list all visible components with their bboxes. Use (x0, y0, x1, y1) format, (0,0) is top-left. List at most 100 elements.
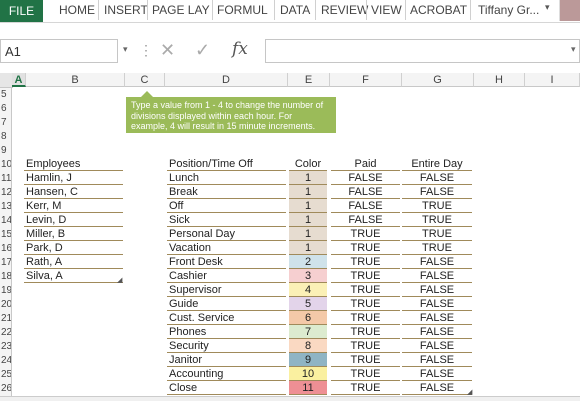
color-cell[interactable]: 4 (289, 283, 327, 297)
entire-day-cell[interactable]: TRUE (402, 227, 472, 241)
color-cell[interactable]: 3 (289, 269, 327, 283)
paid-cell[interactable]: TRUE (331, 297, 400, 311)
paid-cell[interactable]: TRUE (331, 227, 400, 241)
cancel-icon[interactable]: ✕ (160, 40, 175, 61)
position-cell[interactable]: Sick (167, 213, 286, 227)
column-header-b[interactable]: B (26, 73, 125, 87)
employee-cell[interactable]: Levin, D (24, 213, 123, 227)
tab-formulas[interactable]: FORMUL (214, 0, 271, 22)
paid-header[interactable]: Paid (331, 157, 400, 171)
row-header[interactable]: 23 (0, 340, 12, 354)
position-cell[interactable]: Close (167, 381, 286, 395)
row-header[interactable]: 17 (0, 256, 12, 270)
color-cell[interactable]: 7 (289, 325, 327, 339)
tab-acrobat[interactable]: ACROBAT (407, 0, 470, 22)
entire-day-cell[interactable]: FALSE (402, 283, 472, 297)
row-header[interactable]: 19 (0, 284, 12, 298)
paid-cell[interactable]: TRUE (331, 255, 400, 269)
color-header[interactable]: Color (289, 157, 327, 171)
paid-cell[interactable]: TRUE (331, 269, 400, 283)
tab-page-layout[interactable]: PAGE LAY (149, 0, 213, 22)
row-header[interactable]: 5 (0, 88, 12, 102)
position-cell[interactable]: Off (167, 199, 286, 213)
column-header-h[interactable]: H (474, 73, 525, 87)
table-resize-handle[interactable]: ◢ (467, 388, 472, 396)
row-header[interactable]: 11 (0, 172, 12, 186)
color-cell[interactable]: 6 (289, 311, 327, 325)
paid-cell[interactable]: TRUE (331, 367, 400, 381)
color-cell[interactable]: 8 (289, 339, 327, 353)
row-header[interactable]: 21 (0, 312, 12, 326)
row-header[interactable]: 13 (0, 200, 12, 214)
avatar[interactable] (559, 0, 580, 21)
employee-cell[interactable]: Hansen, C (24, 185, 123, 199)
tab-home[interactable]: HOME (56, 0, 98, 22)
row-header[interactable]: 25 (0, 368, 12, 382)
position-cell[interactable]: Supervisor (167, 283, 286, 297)
employee-cell[interactable]: Hamlin, J (24, 171, 123, 185)
color-cell[interactable]: 10 (289, 367, 327, 381)
paid-cell[interactable]: FALSE (331, 185, 400, 199)
position-header[interactable]: Position/Time Off (167, 157, 286, 171)
position-cell[interactable]: Personal Day (167, 227, 286, 241)
row-header[interactable]: 16 (0, 242, 12, 256)
color-cell[interactable]: 1 (289, 227, 327, 241)
paid-cell[interactable]: TRUE (331, 325, 400, 339)
paid-cell[interactable]: FALSE (331, 213, 400, 227)
row-header[interactable]: 14 (0, 214, 12, 228)
position-cell[interactable]: Phones (167, 325, 286, 339)
tab-view[interactable]: VIEW (368, 0, 405, 22)
chevron-down-icon[interactable]: ▾ (123, 44, 128, 55)
entire-day-cell[interactable]: FALSE (402, 311, 472, 325)
entire-day-cell[interactable]: TRUE (402, 199, 472, 213)
position-cell[interactable]: Accounting (167, 367, 286, 381)
color-cell[interactable]: 1 (289, 213, 327, 227)
color-cell[interactable]: 1 (289, 185, 327, 199)
horizontal-scrollbar[interactable] (0, 396, 580, 401)
employee-cell[interactable]: Miller, B (24, 227, 123, 241)
column-header-c[interactable]: C (125, 73, 165, 87)
entire-day-cell[interactable]: FALSE (402, 367, 472, 381)
row-header[interactable]: 22 (0, 326, 12, 340)
entire-day-cell[interactable]: TRUE (402, 213, 472, 227)
position-cell[interactable]: Lunch (167, 171, 286, 185)
paid-cell[interactable]: TRUE (331, 339, 400, 353)
paid-cell[interactable]: TRUE (331, 353, 400, 367)
employee-cell[interactable]: Kerr, M (24, 199, 123, 213)
entire-day-cell[interactable]: FALSE (402, 353, 472, 367)
tab-insert[interactable]: INSERT (101, 0, 151, 22)
tab-review[interactable]: REVIEW (318, 0, 371, 22)
color-cell[interactable]: 1 (289, 171, 327, 185)
color-cell[interactable]: 2 (289, 255, 327, 269)
tab-data[interactable]: DATA (277, 0, 313, 22)
check-icon[interactable]: ✓ (195, 40, 210, 61)
employee-cell[interactable]: Rath, A (24, 255, 123, 269)
paid-cell[interactable]: TRUE (331, 241, 400, 255)
position-cell[interactable]: Cust. Service (167, 311, 286, 325)
column-header-f[interactable]: F (330, 73, 402, 87)
row-header[interactable]: 6 (0, 102, 12, 116)
paid-cell[interactable]: TRUE (331, 311, 400, 325)
position-cell[interactable]: Vacation (167, 241, 286, 255)
color-cell[interactable]: 5 (289, 297, 327, 311)
entire-day-cell[interactable]: FALSE (402, 325, 472, 339)
table-resize-handle[interactable]: ◢ (117, 276, 122, 284)
entire-day-cell[interactable]: FALSE (402, 381, 472, 395)
paid-cell[interactable]: TRUE (331, 381, 400, 395)
entire-day-header[interactable]: Entire Day (402, 157, 472, 171)
chevron-down-icon[interactable]: ▾ (545, 2, 550, 13)
entire-day-cell[interactable]: FALSE (402, 185, 472, 199)
more-options-icon[interactable]: ⋮ (139, 42, 153, 59)
row-header[interactable]: 26 (0, 382, 12, 396)
row-header[interactable]: 24 (0, 354, 12, 368)
row-header[interactable]: 9 (0, 144, 12, 158)
entire-day-cell[interactable]: FALSE (402, 269, 472, 283)
color-cell[interactable]: 1 (289, 199, 327, 213)
employees-header[interactable]: Employees (24, 157, 123, 171)
tab-file[interactable]: FILE (0, 0, 43, 22)
row-header[interactable]: 18 (0, 270, 12, 284)
position-cell[interactable]: Break (167, 185, 286, 199)
column-header-e[interactable]: E (288, 73, 330, 87)
formula-input[interactable] (265, 39, 580, 63)
paid-cell[interactable]: FALSE (331, 199, 400, 213)
